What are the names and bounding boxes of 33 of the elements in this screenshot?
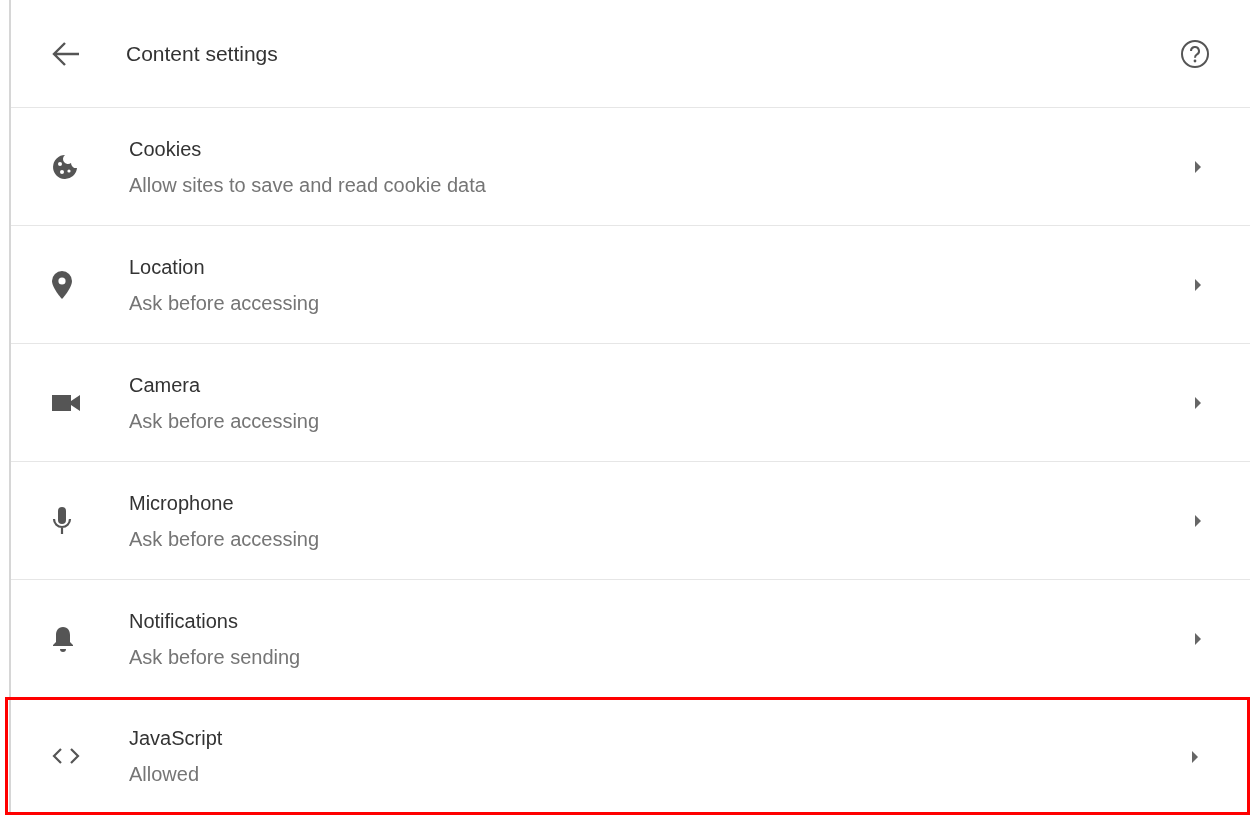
- chevron-right-icon: [1194, 396, 1202, 411]
- settings-row[interactable]: Notifications Ask before sending: [11, 579, 1250, 697]
- chevron-right-icon: [1194, 632, 1202, 647]
- chevron-right-icon: [1194, 278, 1202, 293]
- settings-row[interactable]: Cookies Allow sites to save and read cookie data: [11, 107, 1250, 225]
- help-icon[interactable]: [1180, 38, 1210, 69]
- cookie-icon: [51, 152, 79, 181]
- settings-row[interactable]: Camera Ask before accessing: [11, 343, 1250, 461]
- page-title: Content settings: [126, 40, 279, 67]
- chevron-right-icon: [1191, 749, 1199, 764]
- row-title: Camera: [129, 372, 202, 398]
- row-description: Allowed: [129, 762, 201, 787]
- row-description: Ask before accessing: [129, 526, 321, 552]
- row-description: Ask before accessing: [129, 408, 321, 434]
- back-arrow-icon[interactable]: [51, 40, 81, 67]
- code-brackets-icon: [51, 746, 81, 766]
- settings-row[interactable]: Microphone Ask before accessing: [11, 461, 1250, 579]
- settings-row[interactable]: Location Ask before accessing: [11, 225, 1250, 343]
- row-title: Notifications: [129, 608, 239, 634]
- row-description: Ask before sending: [129, 644, 302, 670]
- row-description: Ask before accessing: [129, 290, 321, 316]
- row-title: JavaScript: [129, 726, 224, 751]
- chevron-right-icon: [1194, 160, 1202, 175]
- row-title: Cookies: [129, 136, 203, 162]
- video-camera-icon: [51, 392, 81, 413]
- settings-row[interactable]: JavaScript Allowed: [5, 697, 1250, 815]
- location-pin-icon: [51, 269, 73, 300]
- microphone-icon: [51, 505, 73, 536]
- bell-icon: [51, 624, 75, 653]
- row-description: Allow sites to save and read cookie data: [129, 172, 487, 198]
- row-title: Microphone: [129, 490, 235, 516]
- row-title: Location: [129, 254, 206, 280]
- chevron-right-icon: [1194, 514, 1202, 529]
